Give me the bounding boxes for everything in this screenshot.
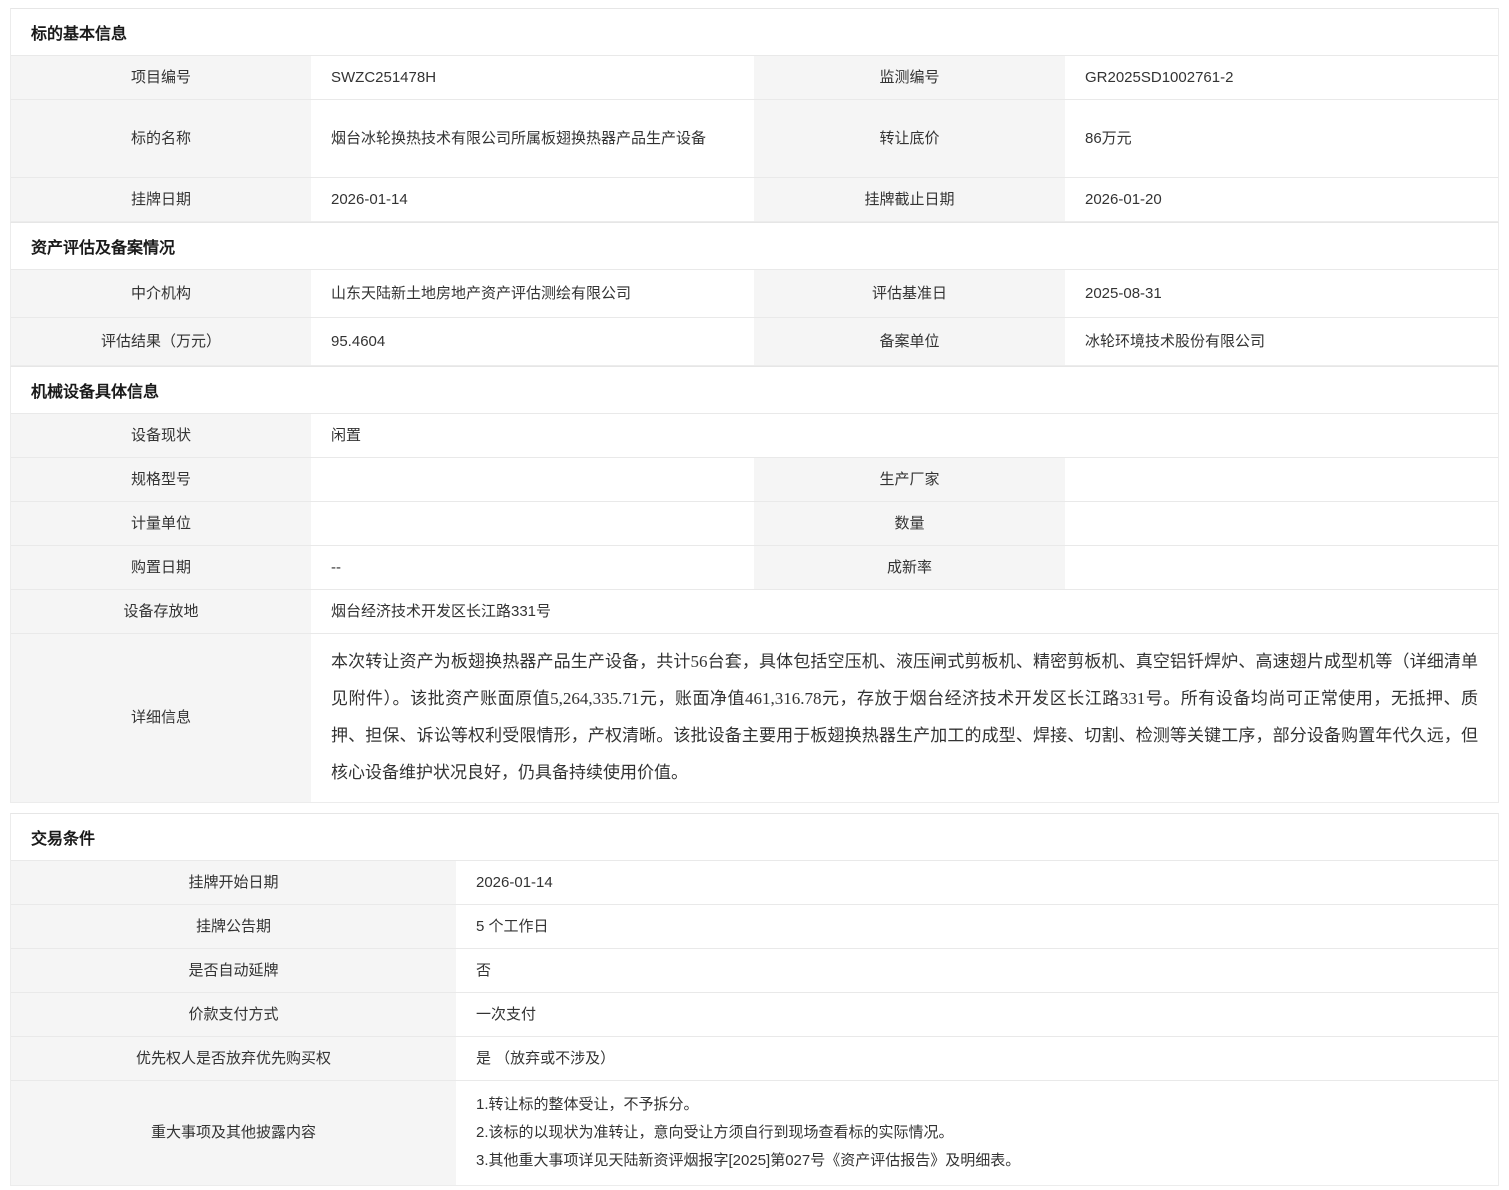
field-value: 2026-01-14 [311,178,754,221]
table-row: 项目编号SWZC251478H监测编号GR2025SD1002761-2 [11,55,1498,99]
field-label: 挂牌截止日期 [754,178,1065,221]
field-value: GR2025SD1002761-2 [1065,56,1498,99]
field-value: 本次转让资产为板翅换热器产品生产设备，共计56台套，具体包括空压机、液压闸式剪板… [311,634,1498,802]
table-row: 优先权人是否放弃优先购买权是 （放弃或不涉及） [11,1036,1498,1080]
field-label: 计量单位 [11,502,311,545]
table-row: 购置日期--成新率 [11,545,1498,589]
section-title-trade-conditions: 交易条件 [11,814,1498,860]
field-value-line: 3.其他重大事项详见天陆新资评烟报字[2025]第027号《资产评估报告》及明细… [476,1147,1020,1175]
field-label: 设备现状 [11,414,311,457]
section-trade-conditions: 交易条件挂牌开始日期2026-01-14挂牌公告期5 个工作日是否自动延牌否价款… [10,813,1499,1186]
table-row: 计量单位 数量 [11,501,1498,545]
table-row: 规格型号 生产厂家 [11,457,1498,501]
field-value [1065,502,1498,545]
field-value-line: 2.该标的以现状为准转让，意向受让方须自行到现场查看标的实际情况。 [476,1119,954,1147]
section-title-assessment: 资产评估及备案情况 [11,223,1498,269]
field-label: 数量 [754,502,1065,545]
table-row: 价款支付方式一次支付 [11,992,1498,1036]
field-value [1065,458,1498,501]
field-label: 中介机构 [11,270,311,317]
section-title-basic-info: 标的基本信息 [11,9,1498,55]
field-value: 95.4604 [311,318,754,365]
table-row: 设备存放地烟台经济技术开发区长江路331号 [11,589,1498,633]
field-value: SWZC251478H [311,56,754,99]
table-row: 中介机构山东天陆新土地房地产资产评估测绘有限公司评估基准日2025-08-31 [11,269,1498,317]
field-label: 重大事项及其他披露内容 [11,1081,456,1185]
table-row: 是否自动延牌否 [11,948,1498,992]
field-label: 评估结果（万元） [11,318,311,365]
field-label: 价款支付方式 [11,993,456,1036]
field-value: 烟台经济技术开发区长江路331号 [311,590,1498,633]
field-label: 转让底价 [754,100,1065,177]
table-row: 重大事项及其他披露内容1.转让标的整体受让，不予拆分。2.该标的以现状为准转让，… [11,1080,1498,1185]
table-row: 评估结果（万元）95.4604备案单位冰轮环境技术股份有限公司 [11,317,1498,365]
field-value: 2025-08-31 [1065,270,1498,317]
field-value: 2026-01-14 [456,861,1498,904]
field-value [311,502,754,545]
field-value-line: 1.转让标的整体受让，不予拆分。 [476,1091,699,1119]
field-label: 标的名称 [11,100,311,177]
table-row: 设备现状闲置 [11,413,1498,457]
table-row: 挂牌公告期5 个工作日 [11,904,1498,948]
field-label: 备案单位 [754,318,1065,365]
field-value: 烟台冰轮换热技术有限公司所属板翅换热器产品生产设备 [311,100,754,177]
field-value: 1.转让标的整体受让，不予拆分。2.该标的以现状为准转让，意向受让方须自行到现场… [456,1081,1498,1185]
field-value: 是 （放弃或不涉及） [456,1037,1498,1080]
field-label: 评估基准日 [754,270,1065,317]
field-label: 项目编号 [11,56,311,99]
field-label: 设备存放地 [11,590,311,633]
section-assessment: 资产评估及备案情况中介机构山东天陆新土地房地产资产评估测绘有限公司评估基准日20… [10,222,1499,366]
section-basic-info: 标的基本信息项目编号SWZC251478H监测编号GR2025SD1002761… [10,8,1499,222]
table-row: 挂牌开始日期2026-01-14 [11,860,1498,904]
table-row: 挂牌日期2026-01-14挂牌截止日期2026-01-20 [11,177,1498,221]
table-row: 详细信息本次转让资产为板翅换热器产品生产设备，共计56台套，具体包括空压机、液压… [11,633,1498,802]
field-value: -- [311,546,754,589]
field-label: 购置日期 [11,546,311,589]
field-value: 闲置 [311,414,1498,457]
field-value: 否 [456,949,1498,992]
section-title-equipment-info: 机械设备具体信息 [11,367,1498,413]
field-label: 挂牌日期 [11,178,311,221]
field-label: 挂牌公告期 [11,905,456,948]
field-label: 优先权人是否放弃优先购买权 [11,1037,456,1080]
field-value: 2026-01-20 [1065,178,1498,221]
field-label: 挂牌开始日期 [11,861,456,904]
sections-container: 标的基本信息项目编号SWZC251478H监测编号GR2025SD1002761… [10,8,1499,1186]
field-value: 一次支付 [456,993,1498,1036]
field-value: 5 个工作日 [456,905,1498,948]
field-value [311,458,754,501]
section-equipment-info: 机械设备具体信息设备现状闲置规格型号生产厂家计量单位数量购置日期--成新率设备存… [10,366,1499,803]
field-label: 成新率 [754,546,1065,589]
listing-detail-page: 标的基本信息项目编号SWZC251478H监测编号GR2025SD1002761… [0,0,1509,1190]
field-value: 冰轮环境技术股份有限公司 [1065,318,1498,365]
field-label: 规格型号 [11,458,311,501]
field-value [1065,546,1498,589]
field-label: 详细信息 [11,634,311,802]
field-label: 生产厂家 [754,458,1065,501]
field-label: 是否自动延牌 [11,949,456,992]
field-value: 86万元 [1065,100,1498,177]
field-label: 监测编号 [754,56,1065,99]
table-row: 标的名称烟台冰轮换热技术有限公司所属板翅换热器产品生产设备转让底价86万元 [11,99,1498,177]
field-value: 山东天陆新土地房地产资产评估测绘有限公司 [311,270,754,317]
